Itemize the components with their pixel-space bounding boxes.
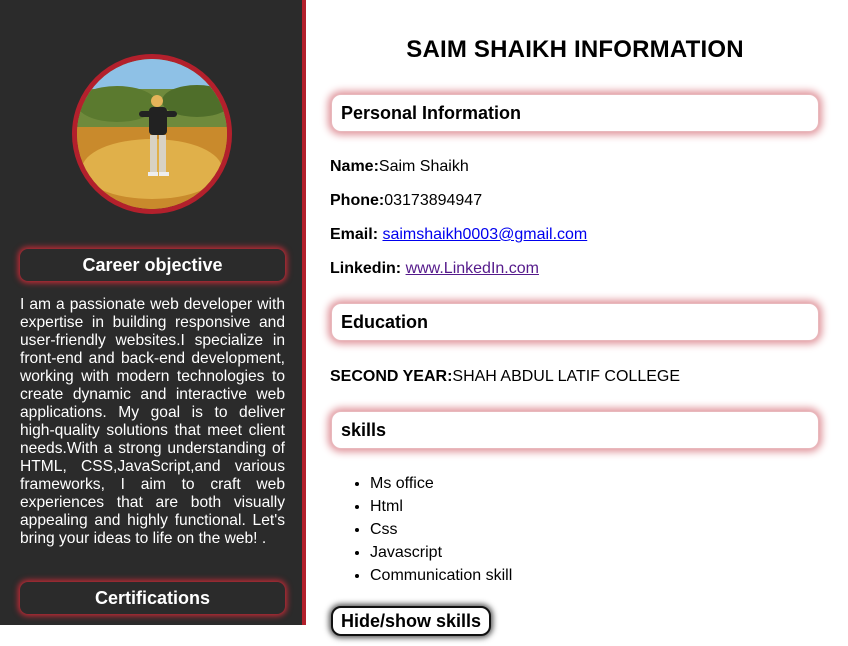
- toggle-skills-button[interactable]: Hide/show skills: [331, 606, 492, 636]
- email-link[interactable]: saimshaikh0003@gmail.com: [382, 226, 587, 243]
- name-row: Name:Saim Shaikh: [330, 158, 469, 175]
- skill-item: Ms office: [370, 472, 512, 495]
- certifications-heading: Certifications: [20, 582, 285, 614]
- linkedin-link[interactable]: www.LinkedIn.com: [406, 260, 539, 277]
- linkedin-row: Linkedin: www.LinkedIn.com: [330, 260, 539, 277]
- personal-information-heading: Personal Information: [331, 94, 819, 132]
- skill-item: Html: [370, 495, 512, 518]
- skill-item: Css: [370, 518, 512, 541]
- phone-row: Phone:03173894947: [330, 192, 483, 209]
- career-objective-heading: Career objective: [20, 249, 285, 281]
- sidebar: Career objective I am a passionate web d…: [0, 0, 306, 625]
- page-title: SAIM SHAIKH INFORMATION: [406, 36, 744, 63]
- skills-heading: skills: [331, 411, 819, 449]
- email-row: Email: saimshaikh0003@gmail.com: [330, 226, 588, 243]
- main-panel: SAIM SHAIKH INFORMATION Personal Informa…: [310, 6, 840, 646]
- skills-list: Ms office Html Css Javascript Communicat…: [330, 472, 512, 587]
- career-objective-text: I am a passionate web developer with exp…: [20, 296, 285, 547]
- education-heading: Education: [331, 303, 819, 341]
- avatar: [72, 54, 232, 214]
- skill-item: Javascript: [370, 541, 512, 564]
- profile-photo: [77, 59, 227, 209]
- skill-item: Communication skill: [370, 564, 512, 587]
- education-row: SECOND YEAR:SHAH ABDUL LATIF COLLEGE: [330, 368, 681, 385]
